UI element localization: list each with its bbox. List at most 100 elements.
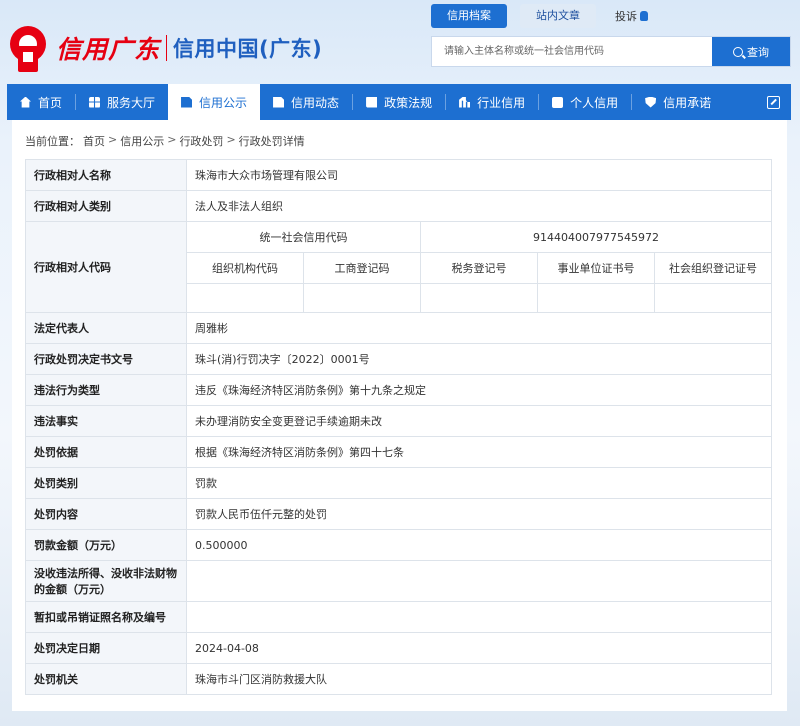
- nav-expand-button[interactable]: [755, 84, 791, 120]
- code-subheader: 税务登记号: [420, 252, 538, 284]
- breadcrumb-home[interactable]: 首页: [83, 133, 105, 149]
- main-nav: 首页 服务大厅 信用公示 信用动态 政策法规 行业信用 个人信用 信用承诺: [7, 84, 791, 120]
- row-label: 行政相对人名称: [25, 159, 187, 191]
- table-row: 处罚机关 珠海市斗门区消防救援大队: [25, 663, 772, 695]
- breadcrumb-prefix: 当前位置：: [25, 135, 80, 148]
- logo-script-text: 信用广东: [56, 35, 161, 64]
- row-value: [186, 560, 772, 602]
- row-label: 违法事实: [25, 405, 187, 437]
- nav-label: 行业信用: [477, 95, 526, 110]
- row-label: 处罚决定日期: [25, 632, 187, 664]
- row-label: 处罚内容: [25, 498, 187, 530]
- logo-emblem-icon: [6, 22, 50, 74]
- row-label: 违法行为类型: [25, 374, 187, 406]
- table-row: 处罚依据 根据《珠海经济特区消防条例》第四十七条: [25, 436, 772, 468]
- breadcrumb-credit-publicity[interactable]: 信用公示: [120, 133, 164, 149]
- nav-service-hall[interactable]: 服务大厅: [76, 84, 168, 120]
- row-value: 罚款人民币伍仟元整的处罚: [186, 498, 772, 530]
- nav-credit-publicity[interactable]: 信用公示: [168, 84, 261, 120]
- nav-label: 政策法规: [384, 95, 433, 110]
- search-button[interactable]: 查询: [712, 37, 790, 66]
- book-icon: [366, 96, 378, 108]
- row-label: 行政相对人代码: [25, 221, 187, 313]
- row-label: 罚款金额（万元）: [25, 529, 187, 561]
- row-label: 行政相对人类别: [25, 190, 187, 222]
- nav-credit-news[interactable]: 信用动态: [260, 84, 352, 120]
- table-row: 行政处罚决定书文号 珠斗(消)行罚决字〔2022〕0001号: [25, 343, 772, 375]
- code-value: [420, 283, 538, 313]
- code-subheader: 社会组织登记证号: [654, 252, 772, 284]
- expand-icon: [766, 95, 780, 109]
- industry-icon: [459, 96, 471, 108]
- report-link-label: 投诉: [615, 10, 637, 23]
- row-value: 珠海市大众市场管理有限公司: [186, 159, 772, 191]
- row-label: 行政处罚决定书文号: [25, 343, 187, 375]
- table-row: 违法事实 未办理消防安全变更登记手续逾期未改: [25, 405, 772, 437]
- announce-icon: [181, 96, 193, 108]
- user-icon: [552, 96, 564, 108]
- tab-credit-archive[interactable]: 信用档案: [431, 4, 507, 28]
- row-value: 罚款: [186, 467, 772, 499]
- code-subheader: 事业单位证书号: [537, 252, 655, 284]
- site-logo[interactable]: 信用广东 信用中国(广东): [6, 22, 322, 74]
- nav-personal-credit[interactable]: 个人信用: [539, 84, 631, 120]
- breadcrumb-separator: >: [167, 133, 177, 146]
- search-input[interactable]: [432, 37, 712, 66]
- penalty-detail-table: 行政相对人名称 珠海市大众市场管理有限公司 行政相对人类别 法人及非法人组织 行…: [25, 159, 772, 695]
- nav-credit-commitment[interactable]: 信用承诺: [632, 84, 724, 120]
- code-value: [654, 283, 772, 313]
- row-value: 未办理消防安全变更登记手续逾期未改: [186, 405, 772, 437]
- code-subheader: 组织机构代码: [186, 252, 304, 284]
- nav-home[interactable]: 首页: [7, 84, 75, 120]
- search-button-label: 查询: [747, 45, 769, 59]
- table-row: 处罚内容 罚款人民币伍仟元整的处罚: [25, 498, 772, 530]
- breadcrumb: 当前位置： 首页 > 信用公示 > 行政处罚 > 行政处罚详情: [25, 133, 305, 149]
- row-value: 周雅彬: [186, 312, 772, 344]
- code-value: [186, 283, 304, 313]
- detail-panel: 当前位置： 首页 > 信用公示 > 行政处罚 > 行政处罚详情 行政相对人名称 …: [12, 120, 787, 711]
- search-bar: 查询: [431, 36, 791, 67]
- nav-label: 信用动态: [291, 95, 340, 110]
- report-link[interactable]: 投诉: [615, 8, 648, 24]
- grid-icon: [89, 96, 101, 108]
- hand-icon: [640, 11, 648, 21]
- row-value: 珠斗(消)行罚决字〔2022〕0001号: [186, 343, 772, 375]
- nav-label: 个人信用: [570, 95, 619, 110]
- row-label: 没收违法所得、没收非法财物的金额（万元）: [25, 560, 187, 602]
- row-label: 处罚依据: [25, 436, 187, 468]
- search-mode-tabs: 信用档案 站内文章 投诉: [431, 4, 648, 28]
- nav-label: 信用公示: [199, 95, 248, 110]
- table-row: 处罚决定日期 2024-04-08: [25, 632, 772, 664]
- row-value: 根据《珠海经济特区消防条例》第四十七条: [186, 436, 772, 468]
- row-label: 法定代表人: [25, 312, 187, 344]
- home-icon: [20, 96, 31, 108]
- nav-label: 信用承诺: [663, 95, 712, 110]
- row-value: 违反《珠海经济特区消防条例》第十九条之规定: [186, 374, 772, 406]
- breadcrumb-separator: >: [108, 133, 118, 146]
- nav-label: 首页: [38, 95, 63, 110]
- breadcrumb-separator: >: [226, 133, 236, 146]
- table-row: 没收违法所得、没收非法财物的金额（万元）: [25, 560, 772, 602]
- code-value: [303, 283, 421, 313]
- row-value: 2024-04-08: [186, 632, 772, 664]
- table-row: 违法行为类型 违反《珠海经济特区消防条例》第十九条之规定: [25, 374, 772, 406]
- nav-industry-credit[interactable]: 行业信用: [446, 84, 538, 120]
- row-label: 处罚类别: [25, 467, 187, 499]
- row-value: 0.500000: [186, 529, 772, 561]
- row-value: 法人及非法人组织: [186, 190, 772, 222]
- logo-site-name: 信用中国(广东): [173, 37, 323, 61]
- news-icon: [273, 96, 285, 108]
- logo-separator: [166, 35, 168, 61]
- table-row: 暂扣或吊销证照名称及编号: [25, 601, 772, 633]
- row-label: 暂扣或吊销证照名称及编号: [25, 601, 187, 633]
- nav-policy[interactable]: 政策法规: [353, 84, 445, 120]
- table-row: 罚款金额（万元） 0.500000: [25, 529, 772, 561]
- table-row: 处罚类别 罚款: [25, 467, 772, 499]
- row-value: [186, 601, 772, 633]
- shield-icon: [645, 96, 657, 108]
- uscc-label: 统一社会信用代码: [186, 221, 421, 253]
- site-header: 信用广东 信用中国(广东) 信用档案 站内文章 投诉 查询: [0, 0, 800, 84]
- breadcrumb-penalty[interactable]: 行政处罚: [179, 133, 223, 149]
- table-row: 法定代表人 周雅彬: [25, 312, 772, 344]
- tab-site-articles[interactable]: 站内文章: [520, 4, 596, 28]
